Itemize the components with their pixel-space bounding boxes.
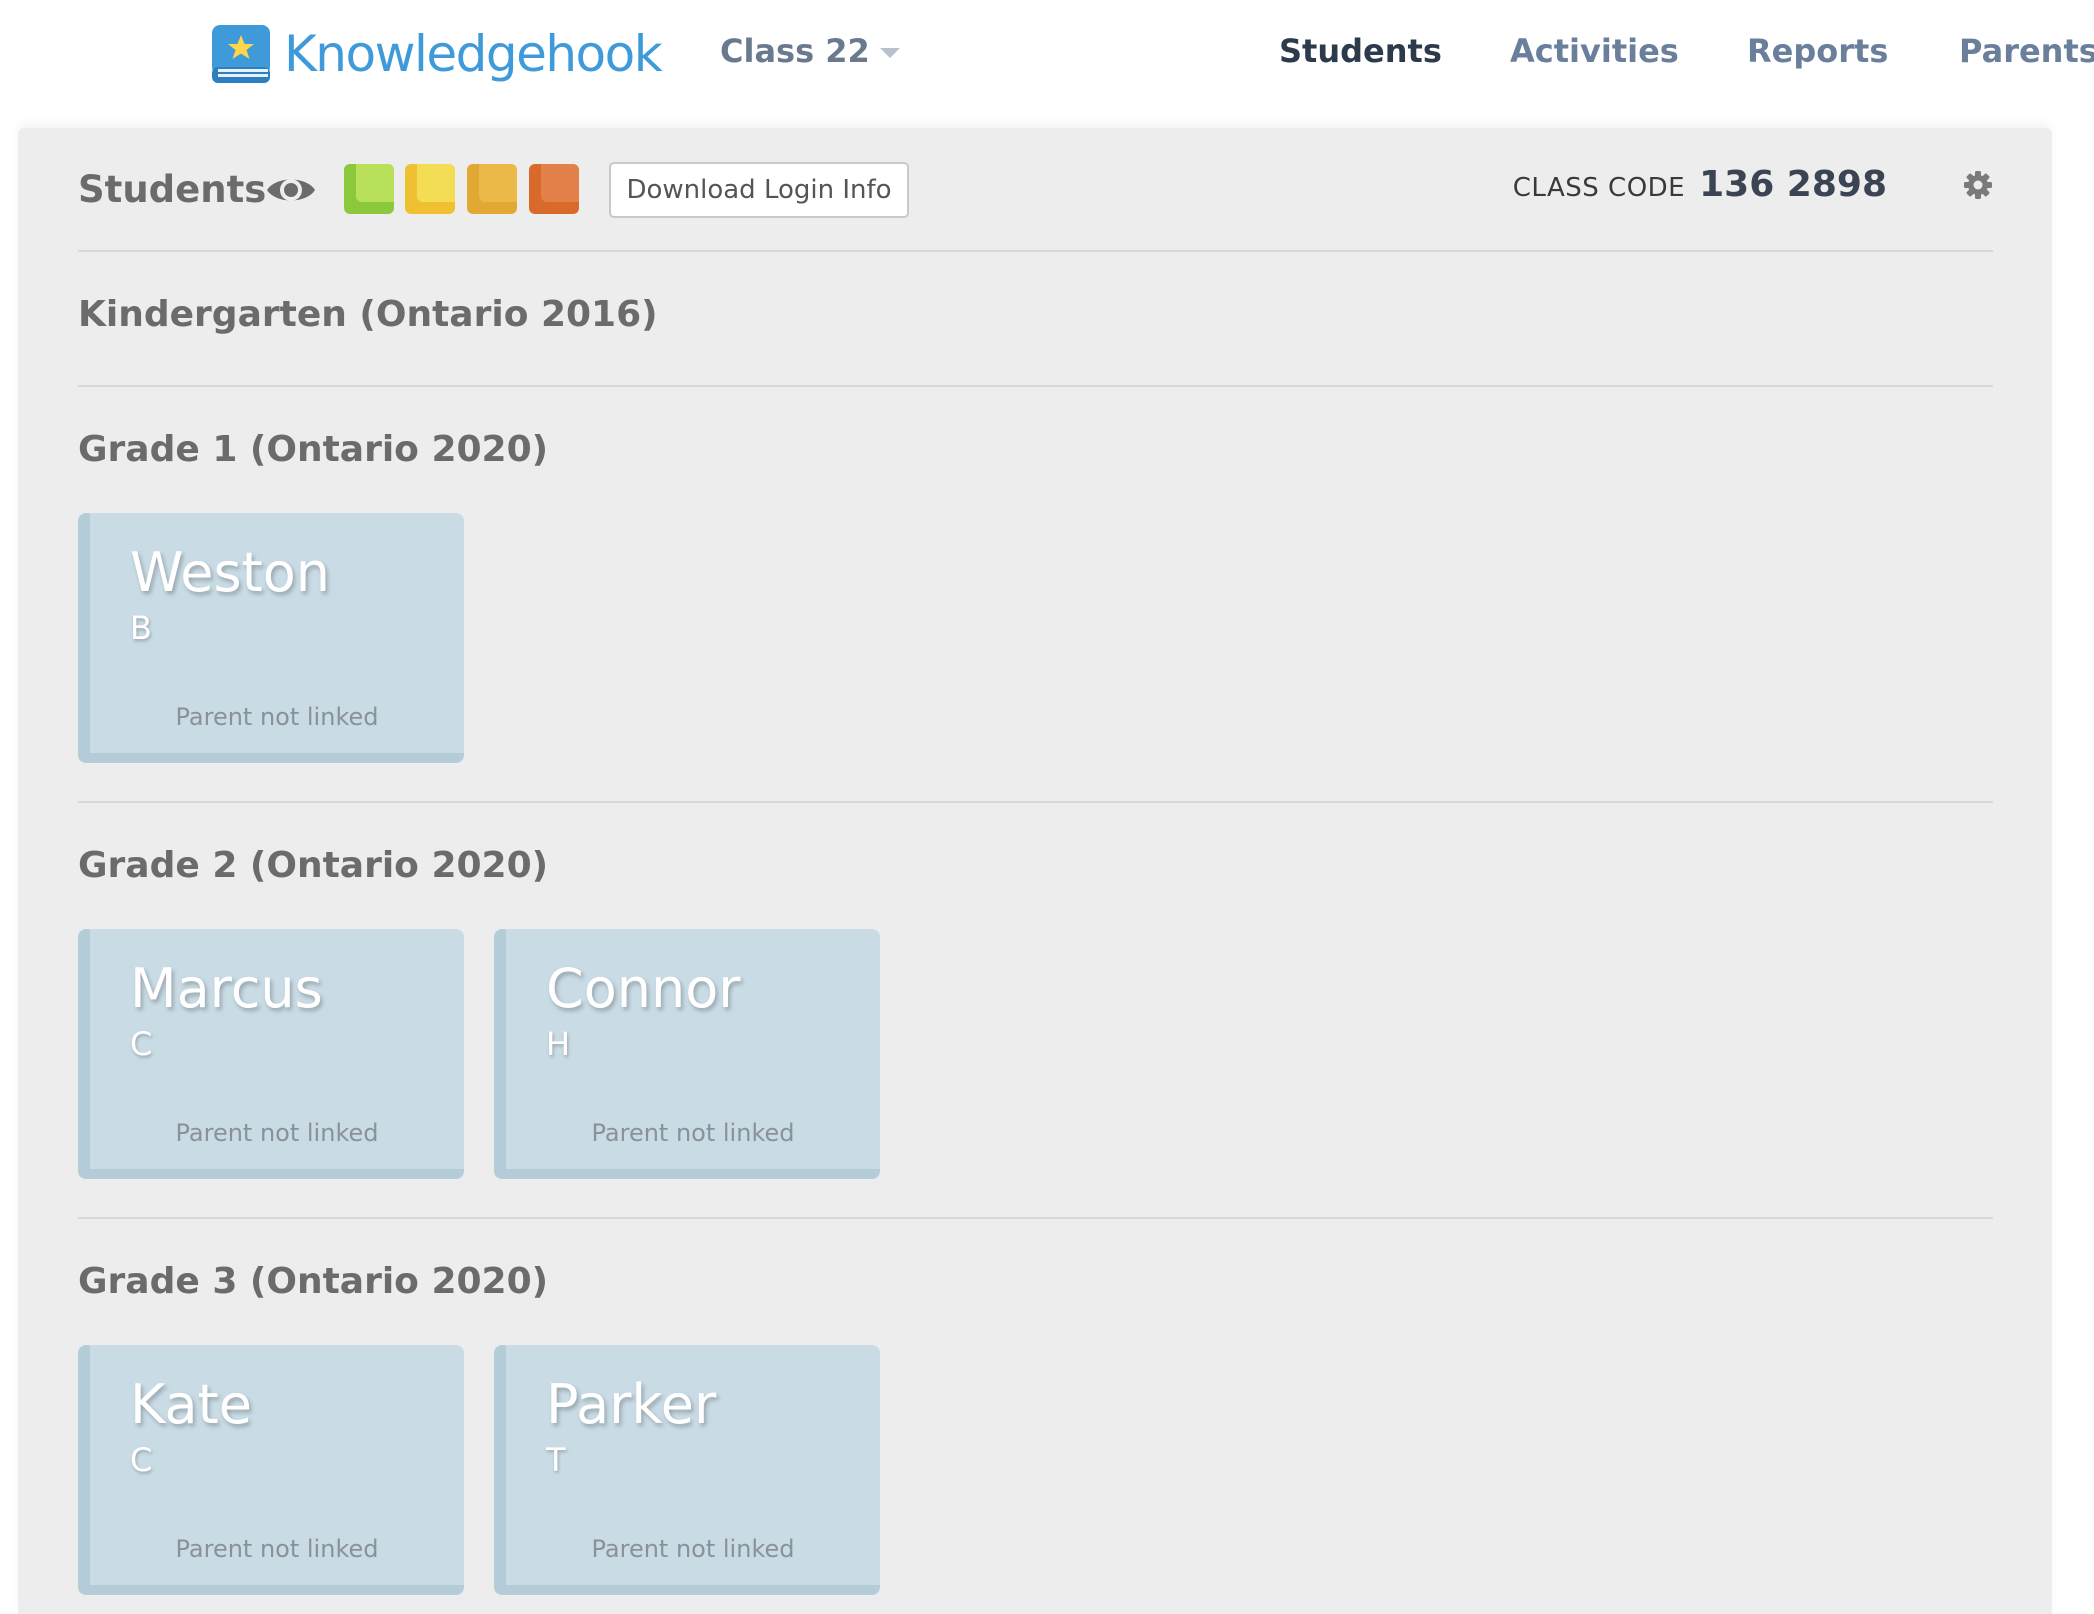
- nav-activities[interactable]: Activities: [1510, 32, 1679, 70]
- top-navigation-bar: Knowledgehook Class 22 Students Activiti…: [0, 0, 2094, 124]
- nav-reports[interactable]: Reports: [1747, 32, 1888, 70]
- class-selector-label: Class 22: [720, 32, 870, 70]
- section-title-grade-2: Grade 2 (Ontario 2020): [78, 845, 549, 886]
- color-filter-orange-button[interactable]: [529, 164, 579, 214]
- student-first-name: Connor: [546, 957, 741, 1020]
- divider: [78, 801, 1993, 803]
- class-selector-dropdown[interactable]: Class 22: [720, 32, 900, 70]
- nav-students[interactable]: Students: [1279, 32, 1442, 70]
- parent-link-status: Parent not linked: [591, 1535, 795, 1563]
- page-title: Students: [78, 168, 267, 211]
- class-code-value: 136 2898: [1699, 164, 1887, 205]
- nav-parents[interactable]: Parents: [1959, 32, 2094, 70]
- divider: [78, 250, 1993, 252]
- student-card[interactable]: Connor H Parent not linked: [494, 929, 880, 1179]
- brand-logo[interactable]: Knowledgehook: [210, 23, 663, 85]
- parent-link-status: Parent not linked: [591, 1119, 795, 1147]
- students-toolbar: Students Download Login Info CLASS CODE …: [78, 162, 1993, 220]
- student-last-initial: B: [130, 609, 152, 647]
- student-last-initial: H: [546, 1025, 571, 1063]
- eye-icon[interactable]: [264, 168, 318, 212]
- student-card[interactable]: Weston B Parent not linked: [78, 513, 464, 763]
- section-title-kindergarten: Kindergarten (Ontario 2016): [78, 294, 658, 335]
- class-code: CLASS CODE 136 2898: [1513, 164, 1935, 205]
- brand-name: Knowledgehook: [284, 25, 663, 83]
- parent-link-status: Parent not linked: [175, 1119, 379, 1147]
- student-last-initial: T: [546, 1441, 566, 1479]
- student-first-name: Weston: [130, 541, 331, 604]
- parent-link-status: Parent not linked: [175, 1535, 379, 1563]
- student-last-initial: C: [130, 1441, 153, 1479]
- download-login-info-button[interactable]: Download Login Info: [609, 162, 909, 218]
- divider: [78, 1217, 1993, 1219]
- color-filter-amber-button[interactable]: [467, 164, 517, 214]
- student-first-name: Marcus: [130, 957, 323, 1020]
- section-title-grade-3: Grade 3 (Ontario 2020): [78, 1261, 549, 1302]
- divider: [78, 385, 1993, 387]
- color-filter-yellow-button[interactable]: [405, 164, 455, 214]
- students-panel: Students Download Login Info CLASS CODE …: [18, 128, 2052, 1614]
- class-code-label: CLASS CODE: [1512, 173, 1686, 203]
- chevron-down-icon: [879, 48, 900, 58]
- student-last-initial: C: [130, 1025, 153, 1063]
- student-card[interactable]: Kate C Parent not linked: [78, 1345, 464, 1595]
- student-first-name: Parker: [546, 1373, 717, 1436]
- gear-icon[interactable]: [1963, 170, 1993, 200]
- parent-link-status: Parent not linked: [175, 703, 379, 731]
- book-star-icon: [210, 23, 272, 85]
- section-title-grade-1: Grade 1 (Ontario 2020): [78, 429, 549, 470]
- student-first-name: Kate: [130, 1373, 252, 1436]
- color-filter-green-button[interactable]: [344, 164, 394, 214]
- student-card[interactable]: Marcus C Parent not linked: [78, 929, 464, 1179]
- student-card[interactable]: Parker T Parent not linked: [494, 1345, 880, 1595]
